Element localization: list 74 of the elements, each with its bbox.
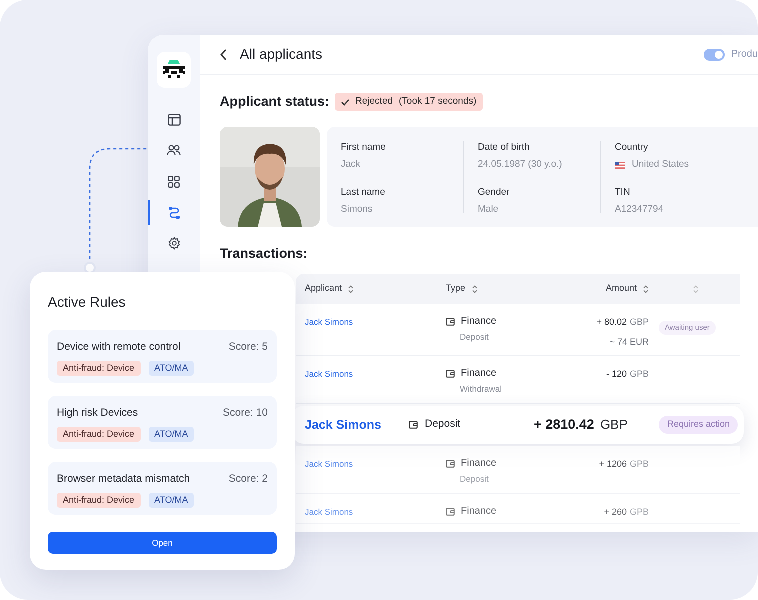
type-text: Finance — [461, 367, 497, 381]
status-label: Applicant status: — [220, 92, 330, 111]
rule-tag: ATO/MA — [148, 360, 194, 376]
currency-text: GPB — [630, 506, 649, 519]
field-value: Simons — [341, 202, 373, 217]
card-title: Active Rules — [48, 293, 127, 310]
selection-indicator — [148, 200, 150, 225]
wallet-icon — [446, 318, 455, 326]
rule-tag: Anti-fraud: Device — [57, 492, 141, 508]
subtype-text: Deposit — [459, 473, 490, 486]
field-label: TIN — [615, 186, 632, 200]
rule-tag: ATO/MA — [148, 426, 194, 442]
applicant-link[interactable]: Jack Simons — [305, 456, 446, 471]
wallet-icon — [446, 370, 455, 378]
rule-name: Browser metadata mismatch — [57, 472, 190, 487]
sort-icon[interactable] — [348, 284, 354, 294]
column-header: Amount — [606, 282, 637, 296]
section-title: Transactions: — [220, 245, 309, 262]
currency-text: GBP — [600, 416, 628, 434]
field-value: Jack — [341, 158, 361, 172]
field-label: Date of birth — [478, 141, 531, 155]
rule-tag: Anti-fraud: Device — [57, 360, 141, 376]
field-value: A12347794 — [615, 202, 664, 217]
open-button[interactable]: Open — [48, 532, 277, 554]
subtype-text: Withdrawal — [459, 383, 504, 396]
amount-value: + 80.02 — [596, 316, 627, 329]
type-text: Finance — [461, 315, 497, 329]
applicant-link[interactable]: Jack Simons — [305, 416, 409, 434]
rule-tag: ATO/MA — [148, 492, 194, 508]
applicant-link[interactable]: Jack Simons — [305, 504, 446, 519]
check-icon — [340, 98, 350, 106]
column-header: Type — [446, 282, 466, 296]
rule-name: Device with remote control — [57, 340, 181, 355]
rule-tag: Anti-fraud: Device — [57, 426, 141, 442]
amount-value: + 260 — [604, 506, 627, 519]
column-header: Applicant — [305, 282, 342, 296]
field-label: Gender — [478, 186, 511, 200]
field-value: Male — [478, 202, 499, 217]
currency-text: GPB — [630, 458, 649, 471]
applicant-link[interactable]: Jack Simons — [305, 366, 446, 381]
flag-icon — [615, 162, 625, 169]
sort-icon[interactable] — [643, 284, 649, 294]
duration-text: (Took 17 seconds) — [399, 94, 477, 109]
type-text: Deposit — [425, 417, 461, 432]
wallet-icon — [446, 460, 455, 468]
converted-amount: ~ 74 EUR — [610, 336, 649, 348]
amount-value: + 1206 — [599, 458, 627, 471]
toggle-switch[interactable] — [704, 48, 726, 60]
field-value: United States — [632, 158, 690, 172]
rule-score: Score: 5 — [228, 340, 268, 355]
rule-name: High risk Devices — [57, 406, 138, 421]
highlighted-row[interactable]: Jack Simons Deposit + 2810.42 GBP Requires action — [292, 406, 744, 444]
amount-value: + 2810.42 — [534, 416, 594, 434]
field-label: First name — [341, 141, 387, 155]
rule-score: Score: 10 — [223, 406, 268, 421]
rule-score: Score: 2 — [228, 472, 268, 487]
status-text: Rejected — [356, 94, 394, 109]
page-title: All applicants — [240, 45, 322, 64]
field-label: Country — [615, 141, 650, 155]
toggle-label: Produ — [731, 48, 758, 62]
applicant-link[interactable]: Jack Simons — [305, 314, 446, 329]
type-text: Finance — [461, 457, 497, 471]
type-text: Finance — [461, 505, 497, 519]
amount-value: - 120 — [606, 368, 627, 381]
subtype-text: Deposit — [459, 331, 490, 344]
field-label: Last name — [341, 186, 386, 200]
sort-icon[interactable] — [472, 284, 478, 294]
status-badge: Requires action — [659, 416, 738, 434]
wallet-icon — [446, 508, 455, 516]
field-value: 24.05.1987 (30 y.o.) — [478, 158, 562, 172]
wallet-icon — [409, 421, 418, 429]
app-logo — [157, 52, 191, 88]
currency-text: GPB — [630, 368, 649, 381]
currency-text: GBP — [630, 316, 649, 329]
